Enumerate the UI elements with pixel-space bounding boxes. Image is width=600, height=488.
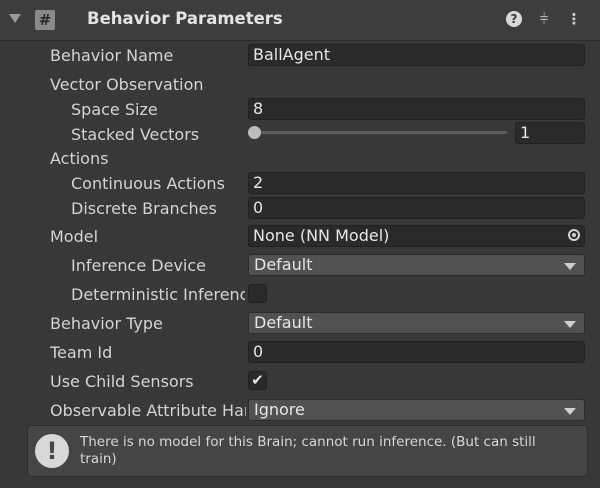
use-child-sensors-checkbox[interactable]: ✔ [248, 371, 267, 390]
stacked-vectors-slider-track[interactable] [258, 131, 507, 134]
stacked-vectors-slider-thumb[interactable] [248, 126, 261, 139]
info-icon: ! [35, 434, 69, 468]
model-value: None (NN Model) [253, 226, 390, 245]
team-id-field[interactable]: 0 [248, 341, 585, 363]
discrete-branches-label: Discrete Branches [71, 199, 217, 218]
behavior-name-label: Behavior Name [50, 46, 174, 65]
behavior-type-label: Behavior Type [50, 314, 163, 333]
info-helpbox: ! There is no model for this Brain; cann… [27, 425, 588, 477]
continuous-actions-field[interactable]: 2 [248, 172, 585, 194]
component-header: # Behavior Parameters ? ⫩ ⋮ [0, 0, 600, 41]
component-title: Behavior Parameters [87, 9, 283, 28]
model-label: Model [50, 227, 99, 246]
team-id-label: Team Id [50, 343, 113, 362]
dropdown-arrow-icon [564, 408, 576, 415]
kebab-menu-icon[interactable]: ⋮ [565, 10, 583, 28]
dropdown-arrow-icon [564, 263, 576, 270]
deterministic-inference-checkbox[interactable] [248, 284, 267, 303]
stacked-vectors-field[interactable]: 1 [515, 122, 585, 144]
behavior-name-field[interactable]: BallAgent [248, 44, 585, 66]
actions-label: Actions [50, 149, 109, 168]
vector-observation-label: Vector Observation [50, 75, 204, 94]
behavior-type-dropdown[interactable]: Default [248, 312, 585, 334]
space-size-label: Space Size [71, 100, 158, 119]
dropdown-arrow-icon [564, 321, 576, 328]
space-size-field[interactable]: 8 [248, 98, 585, 120]
continuous-actions-label: Continuous Actions [71, 174, 225, 193]
object-picker-icon[interactable] [568, 229, 580, 241]
model-object-field[interactable]: None (NN Model) [248, 225, 585, 247]
checkmark-icon: ✔ [251, 371, 264, 389]
observable-attribute-handling-dropdown[interactable]: Ignore [248, 399, 585, 421]
helpbox-message: There is no model for this Brain; cannot… [80, 434, 536, 467]
observable-attribute-handling-label: Observable Attribute Handling [50, 401, 246, 420]
discrete-branches-field[interactable]: 0 [248, 197, 585, 219]
help-icon[interactable]: ? [506, 11, 522, 27]
preset-icon[interactable]: ⫩ [535, 10, 553, 28]
observable-attribute-handling-value: Ignore [254, 400, 305, 419]
chevron-down-icon[interactable] [9, 14, 21, 23]
stacked-vectors-label: Stacked Vectors [71, 125, 200, 144]
inference-device-label: Inference Device [71, 256, 206, 275]
inference-device-value: Default [254, 255, 313, 274]
script-icon: # [35, 10, 55, 30]
use-child-sensors-label: Use Child Sensors [50, 372, 194, 391]
deterministic-inference-label: Deterministic Inference [71, 285, 245, 304]
inference-device-dropdown[interactable]: Default [248, 254, 585, 276]
behavior-type-value: Default [254, 313, 313, 332]
